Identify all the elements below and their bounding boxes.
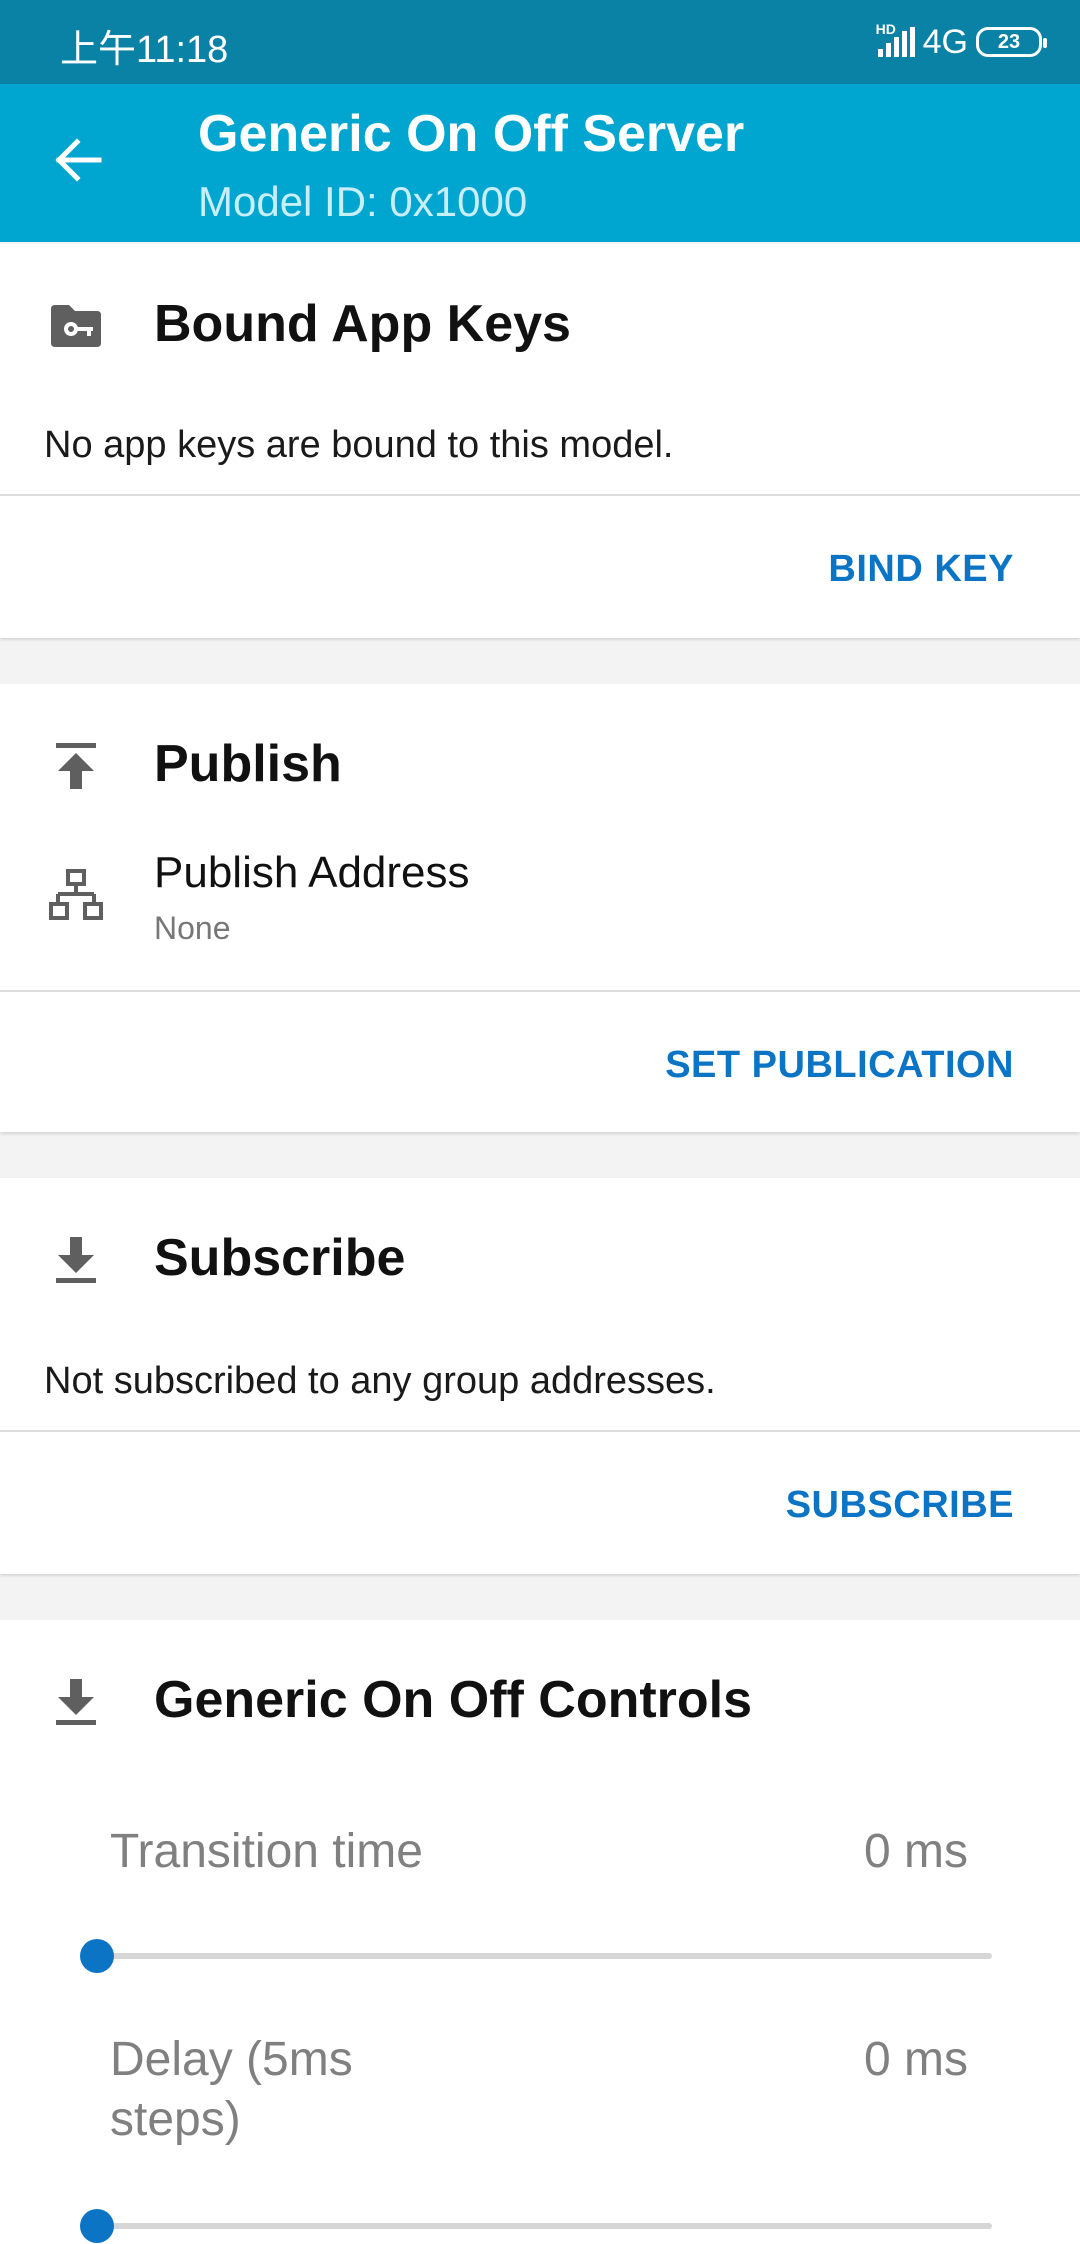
card-title-controls: Generic On Off Controls <box>154 1671 753 1729</box>
status-time: 上午11:18 <box>60 29 229 71</box>
subscribe-message: Not subscribed to any group addresses. <box>44 1360 716 1402</box>
delay-slider[interactable] <box>80 2209 992 2243</box>
delay-label: Delay (5ms steps) <box>110 2030 353 2150</box>
delay-thumb[interactable] <box>80 2209 114 2243</box>
transition-time-value: 0 ms <box>863 1825 968 1878</box>
status-bar: 上午11:18 HD 4G 23 <box>0 0 1080 84</box>
controls-card: Generic On Off Controls Transition time … <box>0 1620 1080 2244</box>
key-folder-icon <box>44 294 108 358</box>
signal-icon: HD <box>876 21 915 57</box>
page-title: Generic On Off Server <box>198 105 745 163</box>
network-type: 4G <box>922 22 968 61</box>
set-publication-button[interactable]: SET PUBLICATION <box>665 1044 1014 1087</box>
subscribe-card: Subscribe Not subscribed to any group ad… <box>0 1178 1080 1574</box>
bound-app-keys-card: Bound App Keys No app keys are bound to … <box>0 244 1080 638</box>
battery-level: 23 <box>997 30 1021 53</box>
divider <box>0 1430 1080 1432</box>
battery-icon: 23 <box>976 27 1047 57</box>
hd-label: HD <box>875 21 896 37</box>
delay-label-line2: steps) <box>110 2093 241 2146</box>
divider <box>0 990 1080 992</box>
publish-address-label: Publish Address <box>154 848 470 897</box>
bound-app-keys-message: No app keys are bound to this model. <box>44 424 674 466</box>
publish-card: Publish Publish Address None SET PUBLICA… <box>0 684 1080 1132</box>
subscribe-button[interactable]: SUBSCRIBE <box>786 1484 1014 1527</box>
model-id: Model ID: 0x1000 <box>198 178 528 225</box>
download-icon <box>44 1670 108 1734</box>
status-indicators: HD 4G 23 <box>876 20 1047 64</box>
app-bar: Generic On Off Server Model ID: 0x1000 <box>0 84 1080 242</box>
publish-address-value: None <box>154 910 231 946</box>
transition-time-label: Transition time <box>110 1825 423 1878</box>
transition-time-slider[interactable] <box>80 1939 992 1973</box>
card-title-publish: Publish <box>154 735 342 793</box>
bind-key-button[interactable]: BIND KEY <box>828 548 1014 591</box>
arrow-back-icon <box>55 138 102 182</box>
back-button[interactable] <box>42 124 114 196</box>
publish-icon <box>44 734 108 798</box>
network-icon <box>44 864 108 928</box>
divider <box>0 494 1080 496</box>
transition-time-thumb[interactable] <box>80 1939 114 1973</box>
publish-address-row[interactable]: Publish Address None <box>0 834 1080 974</box>
delay-value: 0 ms <box>863 2033 968 2086</box>
download-icon <box>44 1228 108 1292</box>
card-title-subscribe: Subscribe <box>154 1229 406 1287</box>
delay-label-line1: Delay (5ms <box>110 2033 353 2086</box>
card-title-bound-app-keys: Bound App Keys <box>154 295 571 353</box>
